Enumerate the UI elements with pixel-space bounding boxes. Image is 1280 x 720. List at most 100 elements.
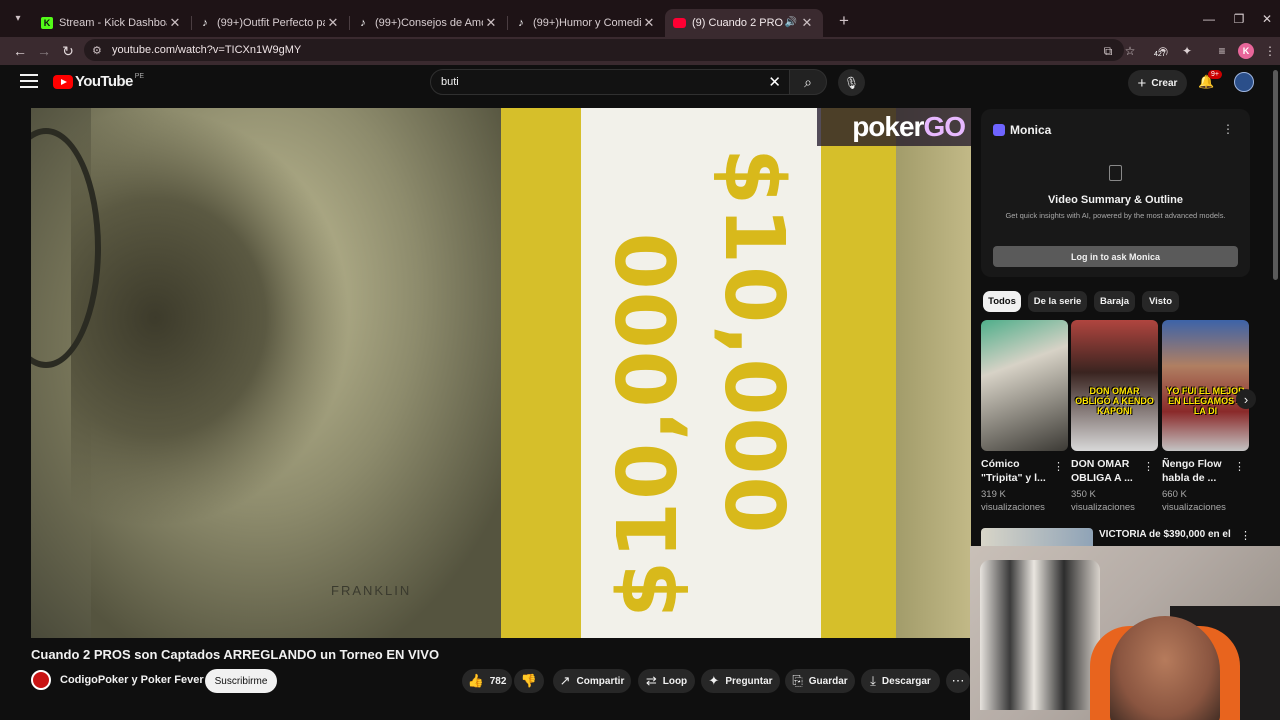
short-thumbnail[interactable]: YO FUI EL MEJOR EN LLEGAMOS A LA DI: [1162, 320, 1249, 451]
short-title[interactable]: Cómico "Tripita" y l...: [981, 457, 1051, 485]
page-scrollbar[interactable]: [1273, 70, 1278, 280]
monica-menu-icon[interactable]: ⋮: [1222, 122, 1234, 136]
band-amount-text: $10,000: [601, 230, 696, 618]
bookmark-star-icon[interactable]: ☆: [1119, 40, 1141, 62]
tiktok-favicon-icon: ♪: [518, 16, 524, 29]
extension-badge: 427: [1154, 51, 1166, 58]
speaker-icon[interactable]: 🔊: [783, 17, 799, 28]
subscribe-button[interactable]: Suscribirme: [205, 669, 277, 693]
recommendation-thumbnail[interactable]: [981, 528, 1093, 546]
channel-name[interactable]: CodigoPoker y Poker Fever: [60, 674, 204, 686]
more-icon: ⋯: [951, 673, 965, 688]
close-tab-icon[interactable]: ✕: [799, 15, 815, 31]
browser-tab[interactable]: ♪ (99+)Consejos de Amor: Evita C ✕: [349, 9, 508, 37]
voice-search-button[interactable]: 🎙: [838, 69, 865, 96]
download-button[interactable]: ⤓ Descargar: [861, 669, 940, 693]
short-title[interactable]: DON OMAR OBLIGA A ...: [1071, 457, 1141, 485]
close-tab-icon[interactable]: ✕: [325, 15, 341, 31]
short-title[interactable]: Ñengo Flow habla de ...: [1162, 457, 1232, 485]
search-input[interactable]: buti ✕: [430, 69, 790, 95]
share-button[interactable]: ↗ Compartir: [553, 669, 631, 693]
chip-visto[interactable]: Visto: [1142, 291, 1179, 312]
profile-initial: K: [1238, 43, 1254, 59]
menu-icon[interactable]: [20, 74, 38, 88]
notifications-bell-icon[interactable]: 🔔 9+: [1198, 70, 1222, 90]
close-tab-icon[interactable]: ✕: [167, 15, 183, 31]
loop-label: Loop: [662, 675, 688, 687]
ask-button[interactable]: ✦ Preguntar: [701, 669, 780, 693]
close-window-button[interactable]: ✕: [1252, 0, 1280, 37]
browser-tab-active[interactable]: (9) Cuando 2 PROS son Cap 🔊 ✕: [665, 8, 823, 37]
create-button[interactable]: + Crear: [1128, 70, 1187, 96]
video-frame-franklin-text: FRANKLIN: [331, 583, 412, 598]
more-actions-button[interactable]: ⋯: [946, 669, 970, 693]
short-menu-icon[interactable]: ⋮: [1234, 460, 1245, 473]
close-tab-icon[interactable]: ✕: [483, 15, 499, 31]
youtube-favicon-icon: [673, 17, 686, 28]
browser-tab[interactable]: K Stream - Kick Dashboard ✕: [33, 9, 192, 37]
create-label: Crear: [1151, 77, 1178, 89]
minimize-button[interactable]: —: [1194, 0, 1224, 37]
short-thumbnail[interactable]: [981, 320, 1068, 451]
close-tab-icon[interactable]: ✕: [641, 15, 657, 31]
site-info-icon[interactable]: ⚙: [92, 44, 106, 57]
profile-avatar[interactable]: K: [1235, 40, 1257, 62]
dislike-button[interactable]: 👎: [514, 669, 544, 693]
share-label: Compartir: [576, 675, 625, 687]
search-button[interactable]: ⌕: [789, 69, 827, 95]
video-player[interactable]: FRANKLIN $10,000 $10,000 poker GO: [31, 108, 971, 638]
cast-icon[interactable]: ⧉: [1097, 40, 1119, 62]
puzzle-extensions-icon[interactable]: ✦: [1176, 40, 1198, 62]
loop-icon: ⇄: [645, 673, 657, 688]
like-count: 782: [489, 675, 507, 687]
share-icon: ↗: [559, 673, 571, 688]
recommendation-menu-icon[interactable]: ⋮: [1240, 529, 1251, 542]
chip-baraja[interactable]: Baraja: [1094, 291, 1135, 312]
forward-icon[interactable]: →: [32, 39, 56, 63]
media-controls-icon[interactable]: ≡: [1211, 40, 1233, 62]
address-bar[interactable]: ⚙ youtube.com/watch?v=TICXn1W9gMY: [84, 39, 1124, 61]
band-amount-text: $10,000: [706, 148, 801, 536]
reload-icon[interactable]: ↻: [56, 39, 80, 63]
short-menu-icon[interactable]: ⋮: [1143, 460, 1154, 473]
pokergo-go-text: GO: [923, 111, 966, 142]
save-button[interactable]: ⎘ Guardar: [785, 669, 855, 693]
channel-avatar[interactable]: [31, 670, 51, 690]
new-tab-button[interactable]: +: [833, 11, 855, 31]
short-menu-icon[interactable]: ⋮: [1053, 460, 1064, 473]
short-card[interactable]: Cómico "Tripita" y l... 319 K visualizac…: [981, 320, 1068, 514]
browser-tab[interactable]: ♪ (99+)Humor y Comedia Mexica ✕: [507, 9, 665, 37]
short-caption: DON OMAR OBLIGÓ A KENDO KAPONI: [1075, 386, 1154, 416]
short-views: 319 K visualizaciones: [981, 489, 1045, 513]
clear-search-icon[interactable]: ✕: [768, 73, 781, 91]
browser-tab[interactable]: ♪ (99+)Outfit Perfecto para Mi Cu ✕: [191, 9, 350, 37]
chevron-right-icon[interactable]: ›: [1236, 389, 1256, 409]
tiktok-favicon-icon: ♪: [360, 16, 366, 29]
loop-button[interactable]: ⇄ Loop: [638, 669, 695, 693]
short-thumbnail[interactable]: DON OMAR OBLIGÓ A KENDO KAPONI: [1071, 320, 1158, 451]
chip-todos[interactable]: Todos: [983, 291, 1021, 312]
browser-menu-icon[interactable]: ⋮: [1259, 40, 1280, 62]
recommendation-title[interactable]: VICTORIA de $390,000 en el: [1099, 529, 1239, 540]
short-card[interactable]: YO FUI EL MEJOR EN LLEGAMOS A LA DI Ñeng…: [1162, 320, 1249, 514]
short-views: 660 K visualizaciones: [1162, 489, 1226, 513]
tab-title: (99+)Humor y Comedia Mexica: [533, 16, 641, 29]
monica-name: Monica: [1010, 123, 1052, 137]
url-text: youtube.com/watch?v=TICXn1W9gMY: [112, 44, 302, 56]
video-frame-money-band: $10,000 $10,000: [501, 108, 921, 638]
monica-login-button[interactable]: Log in to ask Monica: [993, 246, 1238, 267]
youtube-logo[interactable]: YouTube PE: [53, 73, 144, 90]
like-button[interactable]: 👍 782: [462, 669, 512, 693]
tab-search-button[interactable]: ▾: [7, 8, 29, 30]
monica-panel: Monica ⋮ Video Summary & Outline Get qui…: [981, 109, 1250, 277]
document-icon: [1109, 165, 1122, 181]
monica-header: Monica: [993, 123, 1051, 137]
back-icon[interactable]: ←: [8, 39, 32, 63]
restore-button[interactable]: ❐: [1224, 0, 1254, 37]
account-avatar[interactable]: [1234, 72, 1254, 92]
short-card[interactable]: DON OMAR OBLIGÓ A KENDO KAPONI DON OMAR …: [1071, 320, 1158, 514]
short-views: 350 K visualizaciones: [1071, 489, 1135, 513]
chip-de-la-serie[interactable]: De la serie: [1028, 291, 1087, 312]
search-icon: ⌕: [804, 73, 812, 90]
microphone-icon: 🎙: [843, 75, 860, 90]
